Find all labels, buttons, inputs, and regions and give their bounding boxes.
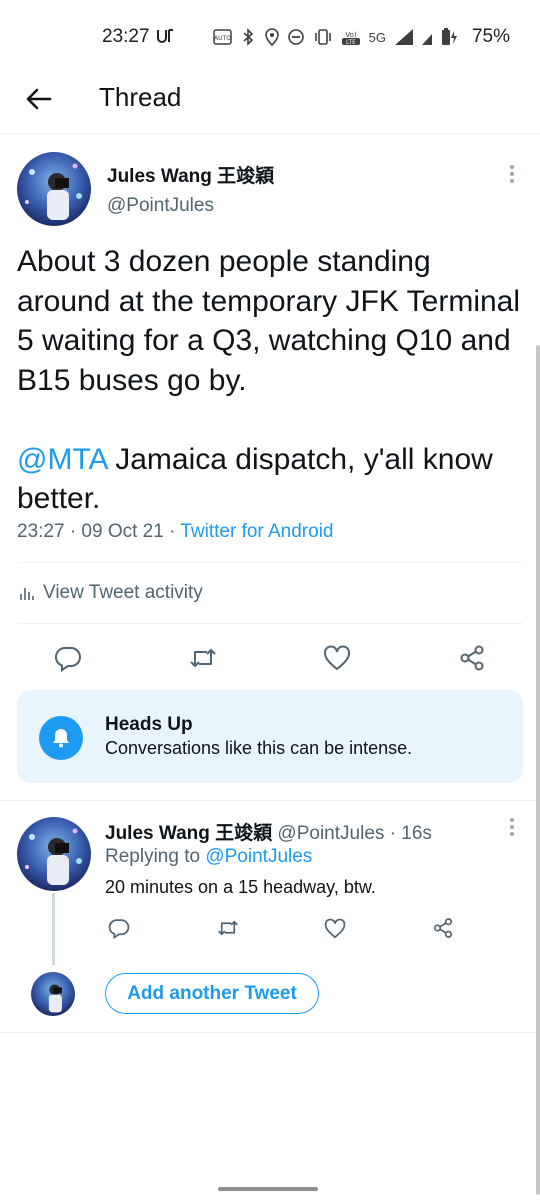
back-button[interactable] — [22, 82, 56, 116]
volte-icon: Vo) LTE — [341, 28, 361, 46]
analytics-icon — [20, 588, 34, 600]
reply-actions — [0, 914, 540, 942]
reply-reply-button[interactable] — [106, 914, 132, 942]
view-activity-label: View Tweet activity — [43, 582, 203, 603]
location-icon — [264, 28, 279, 47]
client-link[interactable]: Twitter for Android — [180, 521, 333, 542]
dot — [510, 165, 514, 169]
signal-icon — [394, 28, 414, 46]
battery-charging-icon — [440, 28, 458, 46]
scrollbar[interactable] — [536, 345, 540, 1195]
svg-text:Vo): Vo) — [345, 31, 357, 39]
home-indicator[interactable] — [218, 1187, 318, 1191]
retweet-icon — [217, 920, 239, 936]
like-button[interactable] — [319, 640, 355, 676]
reply-more-options-button[interactable] — [502, 815, 522, 839]
share-button[interactable] — [454, 640, 490, 676]
reply-author-handle[interactable]: @PointJules · 16s — [272, 823, 431, 844]
reply-share-button[interactable] — [430, 914, 456, 942]
author-name[interactable]: Jules Wang 王竣穎 — [107, 161, 274, 188]
reply-like-button[interactable] — [322, 914, 348, 942]
retweet-icon — [190, 649, 216, 667]
do-not-disturb-icon — [287, 28, 305, 46]
app-bar: Thread — [0, 76, 540, 134]
view-activity-button[interactable]: View Tweet activity — [19, 582, 203, 604]
status-icons: AUTO Vo) LTE 5G 75% — [212, 26, 510, 48]
tweet-timestamp: 23:27 · 09 Oct 21 · — [17, 521, 181, 542]
battery-percent: 75% — [471, 26, 510, 47]
reply-button[interactable] — [50, 640, 86, 676]
reply-author-name[interactable]: Jules Wang 王竣穎 — [105, 823, 272, 844]
heads-up-body: Conversations like this can be intense. — [105, 738, 413, 758]
reply-author-avatar[interactable] — [17, 817, 91, 891]
auto-rotate-icon: AUTO — [212, 28, 233, 46]
dot — [510, 172, 514, 176]
tweet-text-body: About 3 dozen people standing around at … — [17, 245, 521, 397]
heart-icon — [324, 918, 346, 938]
status-time: 23:27 — [102, 26, 150, 47]
dot — [510, 179, 514, 183]
vibrate-icon — [313, 28, 333, 46]
svg-text:LTE: LTE — [346, 39, 356, 46]
mention-link[interactable]: @MTA — [17, 443, 107, 476]
heads-up-title: Heads Up — [105, 714, 193, 735]
signal-secondary-icon — [421, 28, 432, 46]
tweet-actions — [0, 640, 540, 676]
bluetooth-vibrate-icon — [241, 28, 257, 46]
tweet-text: About 3 dozen people standing around at … — [17, 242, 527, 519]
heads-up-card: Heads Up Conversations like this can be … — [17, 690, 523, 783]
dot — [510, 832, 514, 836]
back-arrow-icon — [26, 88, 52, 110]
share-icon — [460, 645, 484, 671]
tweet-meta: 23:27 · 09 Oct 21 · Twitter for Android — [17, 521, 333, 543]
author-avatar[interactable] — [17, 152, 91, 226]
divider — [0, 800, 540, 801]
heart-icon — [324, 645, 350, 671]
add-another-tweet-button[interactable]: Add another Tweet — [105, 973, 319, 1014]
current-user-avatar — [31, 972, 75, 1016]
bell-icon — [39, 716, 83, 760]
replying-to-handle[interactable]: @PointJules — [205, 846, 312, 867]
divider — [17, 562, 523, 563]
divider — [0, 1032, 540, 1033]
replying-to: Replying to @PointJules — [105, 846, 312, 868]
reply-icon — [108, 919, 130, 939]
author-handle[interactable]: @PointJules — [107, 195, 214, 217]
reply-text: 20 minutes on a 15 headway, btw. — [105, 877, 376, 897]
svg-text:AUTO: AUTO — [214, 35, 231, 42]
page-title: Thread — [99, 82, 182, 112]
replying-to-label: Replying to — [105, 846, 206, 867]
divider — [17, 623, 523, 624]
share-icon — [433, 918, 453, 938]
reply-header: Jules Wang 王竣穎 @PointJules · 16s — [105, 818, 432, 845]
reply-icon — [54, 646, 81, 672]
dot — [510, 825, 514, 829]
vpn-key-icon — [155, 27, 175, 50]
status-bar: 23:27 AUTO Vo) LTE 5G 75% — [0, 0, 540, 76]
network-type: 5G — [368, 29, 386, 45]
more-options-button[interactable] — [502, 162, 522, 186]
dot — [510, 818, 514, 822]
retweet-button[interactable] — [185, 640, 221, 676]
reply-retweet-button[interactable] — [214, 914, 242, 942]
